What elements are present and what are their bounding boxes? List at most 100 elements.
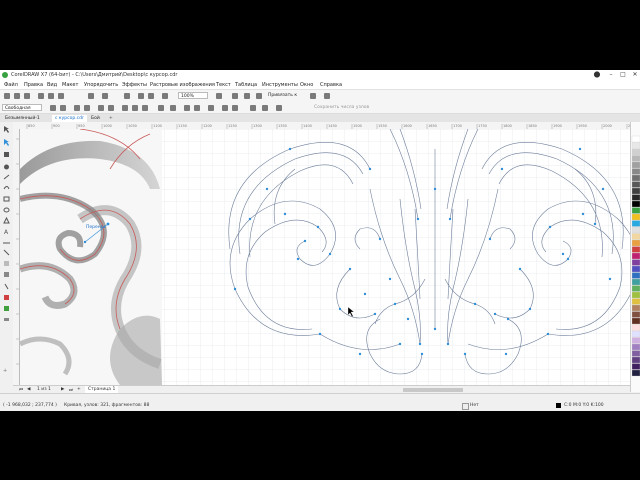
palette-swatch[interactable] [631, 181, 640, 188]
palette-swatch[interactable] [631, 194, 640, 201]
palette-swatch[interactable] [631, 291, 640, 299]
fill-swatch[interactable] [462, 403, 469, 410]
save-icon[interactable] [24, 93, 30, 99]
menu-view[interactable]: Вид [47, 82, 57, 88]
connector-tool-icon[interactable] [3, 249, 10, 256]
cut-icon[interactable] [38, 93, 44, 99]
rulers-icon[interactable] [232, 93, 238, 99]
tab-boy[interactable]: Бой [88, 115, 103, 122]
page-tab[interactable]: Страница 1 [85, 386, 119, 393]
user-icon[interactable]: ⬤ [590, 70, 604, 80]
palette-swatch[interactable] [631, 337, 640, 344]
options-icon[interactable] [310, 93, 316, 99]
reverse-direction-icon[interactable] [158, 105, 164, 111]
transparency-tool-icon[interactable] [4, 272, 9, 277]
menu-file[interactable]: Файл [4, 82, 18, 88]
palette-swatch[interactable] [631, 356, 640, 364]
symmetric-node-icon[interactable] [142, 105, 148, 111]
palette-swatch[interactable] [631, 213, 640, 221]
rectangle-tool-icon[interactable] [3, 196, 10, 202]
drawing-canvas[interactable]: Перенос [20, 129, 630, 385]
polygon-tool-icon[interactable] [3, 216, 10, 224]
palette-swatch[interactable] [631, 330, 640, 338]
palette-swatch[interactable] [631, 311, 640, 318]
crop-tool-icon[interactable] [4, 152, 9, 157]
palette-swatch[interactable] [631, 161, 640, 169]
ellipse-tool-icon[interactable] [3, 207, 10, 213]
menu-bitmaps[interactable]: Растровые изображения [150, 82, 215, 88]
to-line-icon[interactable] [98, 105, 104, 111]
menu-arrange[interactable]: Упорядочить [84, 82, 118, 88]
palette-swatch[interactable] [631, 304, 640, 312]
add-node-icon[interactable] [50, 105, 56, 111]
prev-page-icon[interactable]: ◀ [27, 387, 30, 392]
menu-text[interactable]: Текст [216, 82, 231, 88]
palette-swatch[interactable] [631, 207, 640, 214]
palette-swatch[interactable] [631, 272, 640, 279]
palette-swatch[interactable] [631, 135, 640, 143]
palette-swatch[interactable] [631, 278, 640, 286]
palette-swatch[interactable] [631, 298, 640, 305]
text-tool-icon[interactable]: A [4, 229, 9, 236]
rotate-nodes-icon[interactable] [194, 105, 200, 111]
menu-window[interactable]: Окно [300, 82, 313, 88]
add-page-icon[interactable]: + [77, 387, 81, 392]
delete-node-icon[interactable] [60, 105, 66, 111]
selection-mode-select[interactable]: Свободная [2, 104, 42, 111]
palette-swatch[interactable] [631, 285, 640, 292]
palette-swatch[interactable] [631, 233, 640, 240]
color-eyedropper-tool-icon[interactable] [4, 283, 9, 290]
outline-swatch[interactable] [556, 403, 561, 408]
palette-swatch[interactable] [631, 226, 640, 234]
menu-tools[interactable]: Инструменты [262, 82, 298, 88]
reflect-vertical-icon[interactable] [232, 105, 238, 111]
smart-fill-tool-icon[interactable] [4, 306, 9, 311]
menu-effects[interactable]: Эффекты [122, 82, 147, 88]
palette-swatch[interactable] [631, 239, 640, 247]
reduce-nodes-icon[interactable] [276, 105, 282, 111]
snap-to-dropdown[interactable]: Привязать к [266, 92, 302, 99]
menu-layout[interactable]: Макет [62, 82, 78, 88]
toolbox-expand-icon[interactable]: + [3, 368, 7, 374]
palette-swatch[interactable] [631, 155, 640, 162]
palette-swatch[interactable] [631, 350, 640, 357]
search-icon[interactable] [124, 93, 130, 99]
shape-tool-icon[interactable] [4, 139, 9, 146]
to-curve-icon[interactable] [108, 105, 114, 111]
palette-swatches[interactable] [631, 122, 640, 392]
drop-shadow-tool-icon[interactable] [4, 261, 9, 266]
tab-untitled[interactable]: Безымянный-1 [2, 115, 43, 122]
join-nodes-icon[interactable] [74, 105, 80, 111]
cusp-node-icon[interactable] [122, 105, 128, 111]
add-tab-icon[interactable]: + [106, 115, 116, 122]
select-all-nodes-icon[interactable] [262, 105, 268, 111]
copy-icon[interactable] [48, 93, 54, 99]
menu-table[interactable]: Таблица [235, 82, 257, 88]
guides-icon[interactable] [256, 93, 262, 99]
palette-swatch[interactable] [631, 148, 640, 156]
palette-swatch[interactable] [631, 363, 640, 370]
palette-swatch[interactable] [631, 174, 640, 182]
palette-swatch[interactable] [631, 187, 640, 195]
palette-swatch[interactable] [631, 252, 640, 260]
menu-help[interactable]: Справка [320, 82, 342, 88]
redo-icon[interactable] [102, 93, 108, 99]
smooth-node-icon[interactable] [132, 105, 138, 111]
tab-cursor-cdr[interactable]: с курсор.cdr [52, 115, 87, 122]
interactive-fill-tool-icon[interactable] [4, 295, 9, 300]
palette-swatch[interactable] [631, 324, 640, 331]
palette-swatch[interactable] [631, 259, 640, 266]
new-document-icon[interactable] [4, 93, 10, 99]
palette-swatch[interactable] [631, 343, 640, 351]
import-icon[interactable] [138, 93, 144, 99]
reflect-horizontal-icon[interactable] [222, 105, 228, 111]
menu-edit[interactable]: Правка [24, 82, 43, 88]
grid-icon[interactable] [244, 93, 250, 99]
extend-curve-icon[interactable] [170, 105, 176, 111]
smart-drawing-tool-icon[interactable] [3, 186, 10, 190]
align-nodes-icon[interactable] [208, 105, 214, 111]
freehand-tool-icon[interactable] [3, 174, 10, 180]
launch-icon[interactable] [324, 93, 330, 99]
palette-swatch[interactable] [631, 220, 640, 227]
export-icon[interactable] [148, 93, 154, 99]
